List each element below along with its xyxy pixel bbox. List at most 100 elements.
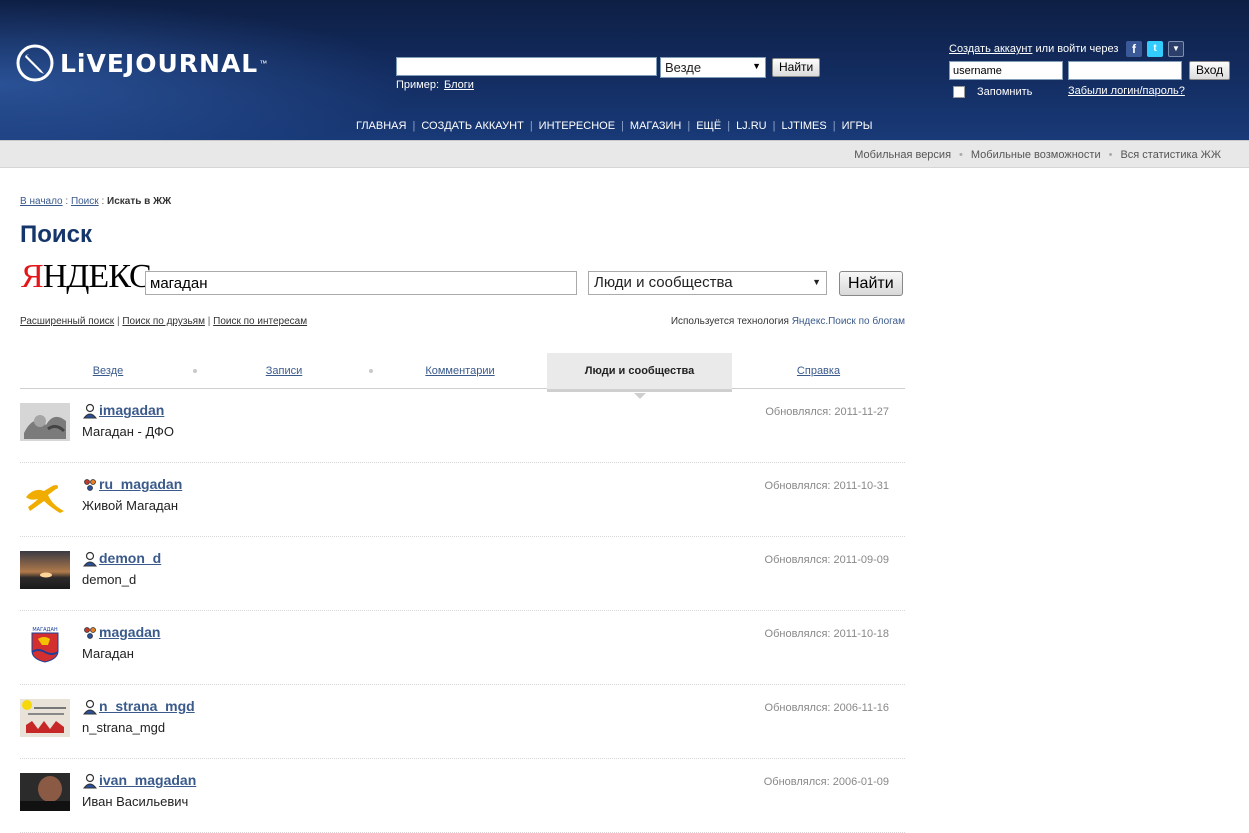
pencil-logo-icon — [16, 44, 54, 82]
result-description: Магадан - ДФО — [82, 424, 174, 439]
result-username[interactable]: ivan_magadan — [99, 772, 196, 788]
livejournal-logo[interactable]: LiVEJOURNAL ™ — [16, 44, 267, 82]
header-search-scope-select[interactable]: Везде ▼ — [660, 57, 766, 78]
twitter-icon[interactable]: t — [1147, 41, 1163, 57]
result-updated: Обновлялся: 2006-11-16 — [764, 702, 889, 714]
community-icon — [84, 627, 96, 639]
result-username[interactable]: demon_d — [99, 550, 161, 566]
example-label: Пример: — [396, 79, 440, 91]
tab-everywhere[interactable]: Везде — [20, 353, 196, 389]
result-username[interactable]: magadan — [99, 624, 160, 640]
nav-interesting[interactable]: ИНТЕРЕСНОЕ — [533, 120, 621, 132]
result-row: МАГАДАН magadan Магадан Обновлялся: 2011… — [20, 611, 905, 685]
result-description: demon_d — [82, 572, 137, 587]
facebook-icon[interactable]: f — [1126, 41, 1142, 57]
password-input[interactable] — [1068, 61, 1182, 80]
user-icon — [82, 773, 98, 789]
breadcrumb-home[interactable]: В начало — [20, 196, 63, 207]
user-icon — [82, 699, 98, 715]
result-row: ru_magadan Живой Магадан Обновлялся: 201… — [20, 463, 905, 537]
nav-more[interactable]: ЕЩЁ — [690, 120, 727, 132]
main-search-scope-select[interactable]: Люди и сообщества ▼ — [588, 271, 827, 295]
create-account-link[interactable]: Создать аккаунт — [949, 43, 1032, 55]
nav-lj-ru[interactable]: LJ.RU — [730, 120, 773, 132]
header-search-input[interactable] — [396, 57, 657, 76]
breadcrumb: В начало : Поиск : Искать в ЖЖ — [20, 196, 172, 207]
nav-shop[interactable]: МАГАЗИН — [624, 120, 687, 132]
result-updated: Обновлялся: 2011-10-31 — [764, 480, 889, 492]
nav-games[interactable]: ИГРЫ — [836, 120, 879, 132]
result-description: Магадан — [82, 646, 134, 661]
search-example: Пример: Блоги — [396, 79, 474, 91]
result-updated: Обновлялся: 2006-01-09 — [763, 776, 889, 788]
main-search-button[interactable]: Найти — [839, 271, 903, 296]
login-via-text: или войти через — [1035, 43, 1119, 55]
sub-bar: Мобильная версия • Мобильные возможности •… — [0, 140, 1249, 168]
result-updated: Обновлялся: 2011-11-27 — [765, 406, 889, 418]
page-title: Поиск — [20, 221, 93, 248]
sub-bar-links: Мобильная версия • Мобильные возможности •… — [846, 149, 1229, 161]
all-statistics-link[interactable]: Вся статистика ЖЖ — [1112, 149, 1229, 161]
result-row: imagadan Магадан - ДФО Обновлялся: 2011-… — [20, 389, 905, 463]
yandex-logo[interactable]: ЯНДЕКС — [21, 258, 152, 296]
mobile-version-link[interactable]: Мобильная версия — [846, 149, 959, 161]
result-username[interactable]: ru_magadan — [99, 476, 182, 492]
technology-note: Используется технология Яндекс.Поиск по … — [670, 316, 905, 327]
example-link-blogs[interactable]: Блоги — [444, 79, 474, 91]
breadcrumb-current: Искать в ЖЖ — [107, 196, 172, 207]
userpic[interactable]: МАГАДАН — [20, 625, 70, 663]
tab-help[interactable]: Справка — [732, 353, 905, 389]
remember-checkbox[interactable] — [953, 86, 965, 98]
dropdown-arrow-icon: ▼ — [752, 61, 761, 71]
userpic[interactable] — [20, 477, 70, 515]
more-login-options-icon[interactable]: ▼ — [1168, 41, 1184, 57]
friends-search-link[interactable]: Поиск по друзьям — [122, 316, 205, 327]
results-list: imagadan Магадан - ДФО Обновлялся: 2011-… — [20, 389, 905, 833]
remember-me[interactable]: Запомнить — [953, 86, 1032, 98]
nav-create-account[interactable]: СОЗДАТЬ АККАУНТ — [415, 120, 529, 132]
site-header: LiVEJOURNAL ™ Везде ▼ Найти Пример: Блоги… — [0, 0, 1249, 140]
result-username[interactable]: imagadan — [99, 402, 164, 418]
search-options-links: Расширенный поиск | Поиск по друзьям | П… — [20, 316, 308, 327]
userpic[interactable] — [20, 773, 70, 811]
result-row: ivan_magadan Иван Васильевич Обновлялся:… — [20, 759, 905, 833]
svg-text:МАГАДАН: МАГАДАН — [32, 627, 58, 633]
userpic[interactable] — [20, 551, 70, 589]
header-search-button[interactable]: Найти — [772, 58, 821, 77]
advanced-search-link[interactable]: Расширенный поиск — [20, 316, 114, 327]
result-row: n_strana_mgd n_strana_mgd Обновлялся: 20… — [20, 685, 905, 759]
breadcrumb-search[interactable]: Поиск — [71, 196, 99, 207]
username-input[interactable] — [949, 61, 1063, 80]
tab-comments[interactable]: Комментарии — [372, 353, 548, 389]
main-nav: ГЛАВНАЯ | СОЗДАТЬ АККАУНТ | ИНТЕРЕСНОЕ | МА… — [350, 120, 879, 132]
login-intro: Создать аккаунт или войти через — [949, 43, 1118, 55]
result-description: n_strana_mgd — [82, 720, 166, 735]
yandex-blog-search-link[interactable]: Яндекс.Поиск по блогам — [792, 316, 905, 327]
interests-search-link[interactable]: Поиск по интересам — [213, 316, 307, 327]
result-row: demon_d demon_d Обновлялся: 2011-09-09 — [20, 537, 905, 611]
result-description: Иван Васильевич — [82, 794, 189, 809]
user-icon — [82, 551, 98, 567]
user-icon — [82, 403, 98, 419]
userpic[interactable] — [20, 403, 70, 441]
logo-text: LiVEJOURNAL — [60, 48, 259, 78]
search-tabs: Везде Записи Комментарии Люди и сообщест… — [20, 353, 905, 399]
header-search-scope-value: Везде — [665, 60, 702, 75]
nav-home[interactable]: ГЛАВНАЯ — [350, 120, 412, 132]
login-panel: Создать аккаунт или войти через f t ▼ Вх… — [949, 40, 1249, 110]
tab-people-communities[interactable]: Люди и сообщества — [547, 353, 732, 399]
nav-ljtimes[interactable]: LJTIMES — [775, 120, 832, 132]
main-search-scope-value: Люди и сообщества — [594, 274, 733, 291]
result-updated: Обновлялся: 2011-09-09 — [764, 554, 889, 566]
forgot-password-link[interactable]: Забыли логин/пароль? — [1068, 85, 1185, 97]
main-search-input[interactable] — [145, 271, 577, 295]
userpic[interactable] — [20, 699, 70, 737]
tab-posts[interactable]: Записи — [196, 353, 372, 389]
result-description: Живой Магадан — [82, 498, 179, 513]
mobile-features-link[interactable]: Мобильные возможности — [963, 149, 1109, 161]
logo-trademark: ™ — [259, 58, 268, 68]
result-username[interactable]: n_strana_mgd — [99, 698, 195, 714]
dropdown-arrow-icon: ▼ — [812, 277, 821, 287]
community-icon — [84, 479, 96, 491]
login-button[interactable]: Вход — [1189, 61, 1231, 80]
